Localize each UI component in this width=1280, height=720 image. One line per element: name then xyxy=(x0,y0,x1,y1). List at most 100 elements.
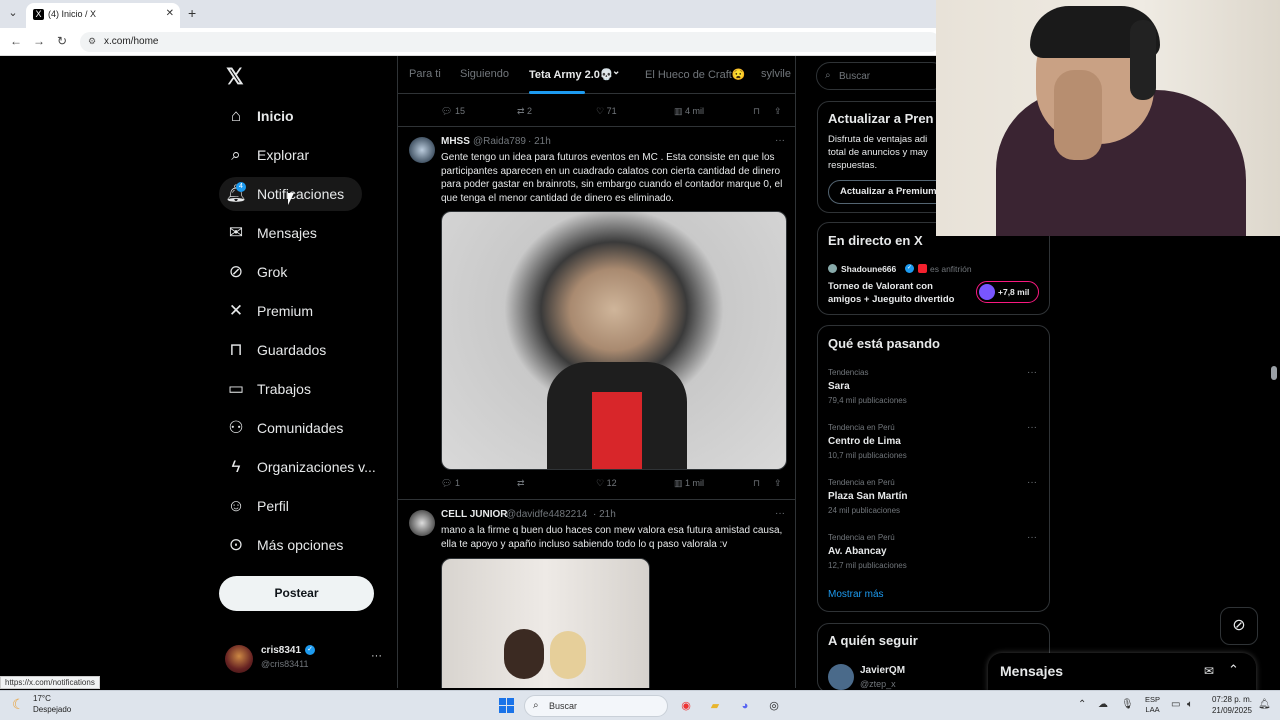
folder-icon[interactable]: ▰ xyxy=(705,696,725,716)
post[interactable]: MHSS @Raida789 · 21h ··· Gente tengo un … xyxy=(398,126,795,499)
bookmark-icon[interactable]: ⊓ xyxy=(753,478,760,489)
network-icon[interactable]: ▭ xyxy=(1171,699,1180,710)
chevron-up-icon[interactable]: ⌃ xyxy=(1078,699,1086,710)
like-count[interactable]: ♡ 12 xyxy=(596,478,617,489)
nav-communities[interactable]: ⚇ Comunidades xyxy=(219,411,361,445)
tab-sylvile[interactable]: sylvile xyxy=(761,68,791,80)
view-count[interactable]: ▥ 4 mil xyxy=(674,106,704,117)
tab-teta-army[interactable]: Teta Army 2.0💀 xyxy=(529,68,614,81)
notification-badge: 4 xyxy=(236,182,246,192)
nav-messages[interactable]: ✉ Mensajes xyxy=(219,216,335,250)
post-author-handle[interactable]: @davidfe4482214 xyxy=(506,509,587,520)
like-count[interactable]: ♡ 71 xyxy=(596,106,617,117)
post-time[interactable]: · 21h xyxy=(528,136,551,147)
chevron-down-icon[interactable]: ⌄ xyxy=(612,66,620,77)
post-image[interactable] xyxy=(441,558,650,688)
taskbar-search[interactable]: ⌕ Buscar xyxy=(524,695,668,717)
url-field[interactable]: ⚙ x.com/home xyxy=(80,32,940,52)
discord-icon[interactable]: ◕ xyxy=(735,696,755,716)
post-time[interactable]: · 21h xyxy=(593,509,616,520)
more-icon[interactable]: ··· xyxy=(1027,532,1037,543)
premium-desc: Disfruta de ventajas adi total de anunci… xyxy=(828,134,928,171)
onedrive-icon[interactable]: ☁ xyxy=(1098,699,1108,710)
nav-explore[interactable]: ⌕ Explorar xyxy=(219,138,327,172)
site-info-icon[interactable]: ⚙ xyxy=(88,36,96,47)
volume-icon[interactable]: 🔈︎ xyxy=(1187,699,1193,710)
scrollbar-thumb[interactable] xyxy=(1271,366,1277,380)
language-indicator[interactable]: ESP LAA xyxy=(1145,695,1160,715)
nav-bookmarks[interactable]: ⊓ Guardados xyxy=(219,333,344,367)
avatar[interactable] xyxy=(409,137,435,163)
more-icon[interactable]: ··· xyxy=(371,650,382,662)
weather-moon-icon[interactable]: ☾ xyxy=(12,696,25,713)
trend-context: Tendencia en Perú xyxy=(828,423,895,432)
tab-for-you[interactable]: Para ti xyxy=(409,68,441,80)
forward-icon[interactable]: → xyxy=(33,34,45,48)
avatar[interactable] xyxy=(828,664,854,690)
post-author-name[interactable]: CELL JUNIOR xyxy=(441,509,508,520)
nav-organizations[interactable]: ϟ Organizaciones v... xyxy=(219,450,394,484)
nav-jobs[interactable]: ▭ Trabajos xyxy=(219,372,329,406)
more-icon[interactable]: ··· xyxy=(1027,367,1037,378)
live-listeners-pill[interactable]: +7,8 mil xyxy=(976,281,1039,303)
more-icon[interactable]: ··· xyxy=(775,135,785,146)
reply-count[interactable]: 💬︎ 1 xyxy=(441,478,460,489)
chrome-icon[interactable]: ◉ xyxy=(676,696,696,716)
trend-count: 10,7 mil publicaciones xyxy=(828,451,907,460)
nav-more[interactable]: ⊙ Más opciones xyxy=(219,528,361,562)
clock[interactable]: 07:28 p. m. 21/09/2025 xyxy=(1208,694,1252,716)
bookmark-icon[interactable]: ⊓ xyxy=(753,106,760,117)
windows-start-icon[interactable] xyxy=(499,698,515,714)
tab-following[interactable]: Siguiendo xyxy=(460,68,509,80)
messages-drawer[interactable]: Mensajes ✉ ⌃ xyxy=(988,653,1256,693)
account-switcher[interactable]: cris8341 ✓ @cris83411 ··· xyxy=(225,642,395,676)
nav-premium[interactable]: ✕ Premium xyxy=(219,294,331,328)
view-count[interactable]: ▥ 1 mil xyxy=(674,478,704,489)
new-tab-icon[interactable]: + xyxy=(188,5,196,21)
grok-button[interactable]: ⊘ xyxy=(1220,607,1258,645)
nav-grok[interactable]: ⊘ Grok xyxy=(219,255,305,289)
nav-label: Perfil xyxy=(257,498,289,514)
new-message-icon[interactable]: ✉ xyxy=(1204,664,1214,678)
share-icon[interactable]: ⇪ xyxy=(774,106,782,117)
microphone-icon[interactable]: 🎙︎ xyxy=(1121,699,1134,710)
follow-name[interactable]: JavierQM xyxy=(860,665,905,676)
reply-count[interactable]: 💬︎ 15 xyxy=(441,106,465,117)
bookmark-icon: ⊓ xyxy=(229,340,243,359)
expand-icon[interactable]: ⌃ xyxy=(1228,662,1239,678)
x-logo-icon[interactable]: 𝕏 xyxy=(226,64,244,90)
tab-list-icon[interactable]: ⌄ xyxy=(6,6,20,20)
more-icon[interactable]: ··· xyxy=(775,508,785,519)
more-icon[interactable]: ··· xyxy=(1027,422,1037,433)
search-input[interactable]: ⌕ Buscar xyxy=(816,62,946,90)
nav-label: Guardados xyxy=(257,342,327,358)
feed-tabs: Para ti Siguiendo Teta Army 2.0💀 ⌄ El Hu… xyxy=(398,56,795,94)
more-icon[interactable]: ··· xyxy=(1027,477,1037,488)
post[interactable]: CELL JUNIOR @davidfe4482214 · 21h ··· ma… xyxy=(398,499,795,688)
repost-count[interactable]: ⇄ 2 xyxy=(517,106,532,117)
repost-icon[interactable]: ⇄ xyxy=(517,478,525,489)
notification-bell-icon[interactable]: 🔔︎ xyxy=(1258,699,1271,710)
nav-home[interactable]: ⌂ Inicio xyxy=(219,99,312,133)
obs-icon[interactable]: ◎ xyxy=(764,696,784,716)
post-text: mano a la firme q buen duo haces con mew… xyxy=(441,525,783,550)
back-icon[interactable]: ← xyxy=(10,34,22,48)
live-host[interactable]: Shadoune666 xyxy=(841,264,896,274)
close-icon[interactable]: ✕ xyxy=(166,8,174,19)
premium-button[interactable]: Actualizar a Premium xyxy=(828,180,948,204)
post-author-name[interactable]: MHSS xyxy=(441,136,470,147)
live-listeners: +7,8 mil xyxy=(998,287,1030,297)
trend-context: Tendencia en Perú xyxy=(828,478,895,487)
trend-context: Tendencia en Perú xyxy=(828,533,895,542)
post-image[interactable] xyxy=(441,211,787,470)
post-author-handle[interactable]: @Raida789 xyxy=(473,136,526,147)
show-more-link[interactable]: Mostrar más xyxy=(828,589,884,600)
nav-profile[interactable]: ☺ Perfil xyxy=(219,489,307,523)
reload-icon[interactable]: ↻ xyxy=(57,34,67,48)
live-stream-title[interactable]: Torneo de Valorant con amigos + Jueguito… xyxy=(828,280,968,306)
post-button[interactable]: Postear xyxy=(219,576,374,611)
avatar[interactable] xyxy=(409,510,435,536)
tab-hueco-craft[interactable]: El Hueco de Craft😧 xyxy=(645,68,746,81)
browser-tab[interactable]: X (4) Inicio / X ✕ xyxy=(26,3,180,28)
share-icon[interactable]: ⇪ xyxy=(774,478,782,489)
